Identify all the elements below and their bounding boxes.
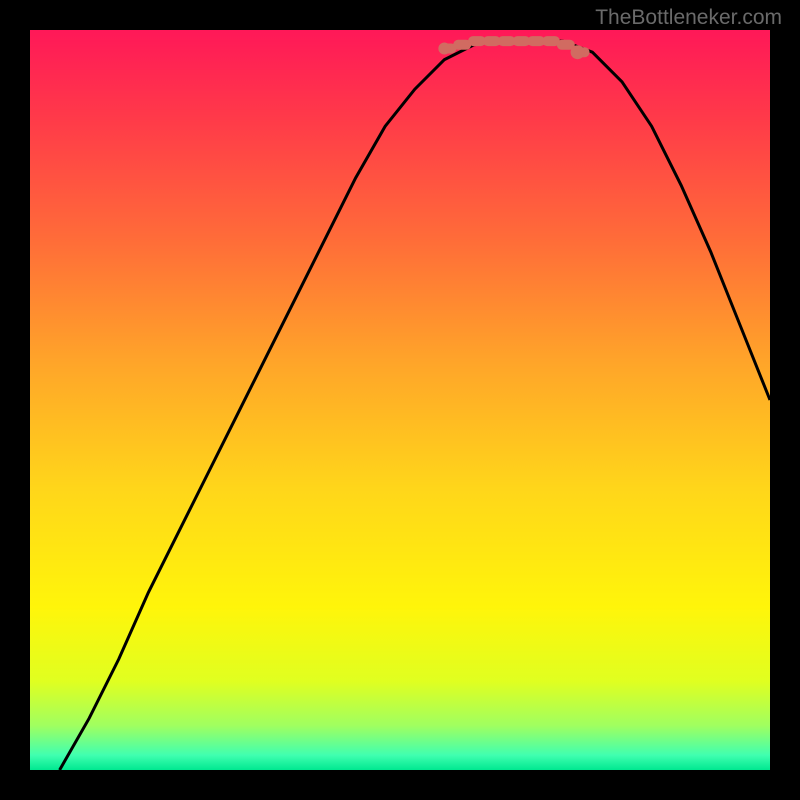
watermark-text: TheBottleneker.com	[595, 6, 782, 30]
end-dot	[571, 45, 585, 59]
chart-svg	[30, 30, 770, 770]
plot-frame	[30, 30, 770, 770]
start-dot	[438, 43, 450, 55]
